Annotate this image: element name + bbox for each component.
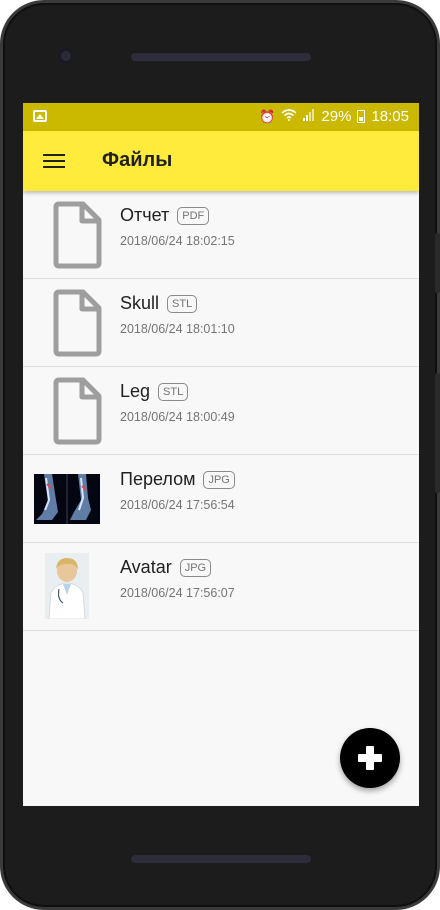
signal-icon bbox=[303, 108, 315, 125]
file-date: 2018/06/24 17:56:54 bbox=[120, 498, 235, 512]
bottom-speaker bbox=[131, 855, 311, 863]
page-title: Файлы bbox=[102, 149, 173, 171]
status-time: 18:05 bbox=[371, 108, 409, 125]
power-button bbox=[435, 373, 440, 493]
document-icon bbox=[33, 201, 102, 269]
document-icon bbox=[33, 377, 102, 445]
battery-icon bbox=[357, 110, 366, 123]
status-indicators: ⏰ 29% 18:05 bbox=[259, 108, 409, 125]
battery-percent: 29% bbox=[321, 108, 352, 125]
menu-icon[interactable] bbox=[43, 153, 65, 169]
xray-photo bbox=[33, 465, 101, 533]
file-list-item[interactable]: Leg STL 2018/06/24 18:00:49 bbox=[23, 367, 419, 455]
file-date: 2018/06/24 18:02:15 bbox=[120, 234, 235, 248]
file-name-text: Перелом bbox=[120, 469, 196, 489]
file-type-badge: PDF bbox=[177, 206, 210, 225]
file-list-item[interactable]: Перелом JPG 2018/06/24 17:56:54 bbox=[23, 455, 419, 543]
app-bar: Файлы bbox=[23, 131, 419, 191]
file-name: Отчет PDF bbox=[120, 205, 210, 226]
file-date: 2018/06/24 17:56:07 bbox=[120, 586, 235, 600]
file-list-item[interactable]: Skull STL 2018/06/24 18:01:10 bbox=[23, 279, 419, 367]
file-type-badge: JPG bbox=[179, 558, 212, 577]
file-list-item[interactable]: Avatar JPG 2018/06/24 17:56:07 bbox=[23, 543, 419, 631]
file-name: Skull STL bbox=[120, 293, 198, 314]
file-list: Отчет PDF 2018/06/24 18:02:15 Skull STL … bbox=[23, 191, 419, 631]
doctor-photo bbox=[33, 553, 101, 621]
file-type-badge: STL bbox=[167, 294, 198, 313]
alarm-icon: ⏰ bbox=[259, 109, 276, 124]
volume-button bbox=[435, 233, 440, 293]
app-screen: ⏰ 29% 18:05 Файлы Отчет PDF 2018/06/24 1… bbox=[23, 103, 419, 806]
file-list-item[interactable]: Отчет PDF 2018/06/24 18:02:15 bbox=[23, 191, 419, 279]
wifi-icon bbox=[281, 108, 297, 125]
file-name: Перелом JPG bbox=[120, 469, 235, 490]
phone-frame: ⏰ 29% 18:05 Файлы Отчет PDF 2018/06/24 1… bbox=[0, 0, 440, 910]
file-name-text: Отчет bbox=[120, 205, 170, 225]
file-date: 2018/06/24 18:01:10 bbox=[120, 322, 235, 336]
file-name-text: Avatar bbox=[120, 557, 172, 577]
file-name-text: Leg bbox=[120, 381, 151, 401]
front-camera bbox=[57, 47, 75, 65]
file-name: Leg STL bbox=[120, 381, 189, 402]
earpiece-speaker bbox=[131, 53, 311, 61]
file-type-badge: STL bbox=[158, 382, 189, 401]
file-name: Avatar JPG bbox=[120, 557, 212, 578]
status-bar: ⏰ 29% 18:05 bbox=[23, 103, 419, 131]
file-type-badge: JPG bbox=[203, 470, 235, 489]
file-date: 2018/06/24 18:00:49 bbox=[120, 410, 235, 424]
document-icon bbox=[33, 289, 102, 357]
file-name-text: Skull bbox=[120, 293, 160, 313]
add-file-button[interactable] bbox=[340, 728, 400, 788]
image-icon bbox=[33, 110, 47, 122]
